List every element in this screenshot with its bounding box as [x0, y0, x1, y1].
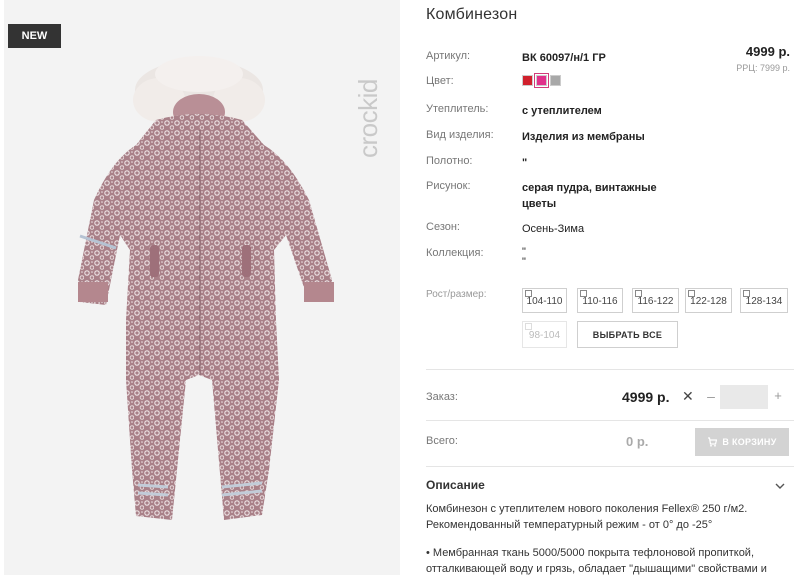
order-label: Заказ: [426, 391, 458, 403]
size-option[interactable]: 110-116 [577, 288, 623, 313]
spec-value: Изделия из мембраны [522, 131, 645, 143]
size-option[interactable]: 104-110 [522, 288, 567, 313]
spec-label: Коллекция: [426, 247, 484, 259]
spec-value: серая пудра, винтажные цветы [522, 182, 657, 210]
add-to-cart-button[interactable]: В КОРЗИНУ [695, 428, 789, 456]
checkbox-icon [688, 290, 695, 297]
color-swatch-red[interactable] [522, 75, 533, 86]
brand-logo-text: crockid [353, 79, 383, 158]
product-title: Комбинезон [426, 6, 518, 23]
decrease-quantity-button[interactable]: – [704, 388, 718, 404]
spec-label: Полотно: [426, 155, 473, 167]
description-title[interactable]: Описание [426, 478, 485, 492]
divider [426, 420, 794, 421]
size-value: 128-134 [745, 296, 783, 307]
spec-value: " " [522, 246, 526, 268]
size-value: 116-122 [637, 296, 674, 307]
chevron-down-icon[interactable] [774, 480, 786, 492]
product-details: Комбинезон 4999 р. РРЦ: 7999 р. Артикул:… [426, 0, 794, 575]
quantity-input[interactable] [720, 385, 768, 409]
times-icon: ✕ [682, 388, 694, 404]
checkbox-icon [635, 290, 642, 297]
size-option[interactable]: 116-122 [632, 288, 679, 313]
cart-icon [708, 437, 718, 447]
checkbox-icon [525, 323, 532, 330]
increase-quantity-button[interactable]: + [771, 388, 785, 403]
product-price: 4999 р. [745, 44, 790, 59]
spec-label: Рисунок: [426, 180, 471, 192]
cart-button-label: В КОРЗИНУ [722, 437, 777, 447]
order-price: 4999 р. [622, 389, 670, 405]
spec-value: ВК 60097/н/1 ГР [522, 52, 606, 64]
spec-value: с утеплителем [522, 105, 602, 117]
checkbox-icon [580, 290, 587, 297]
description-text-bullet: • Мембранная ткань 5000/5000 покрыта теф… [426, 547, 767, 575]
spec-label: Артикул: [426, 50, 471, 62]
spec-label: Вид изделия: [426, 129, 494, 141]
size-value: 110-116 [582, 296, 618, 307]
description-text: Комбинезон с утеплителем нового поколени… [426, 503, 748, 531]
spec-label: Сезон: [426, 221, 460, 233]
divider [426, 369, 794, 370]
color-swatch-gray[interactable] [550, 75, 561, 86]
divider [426, 466, 794, 467]
spec-value: " [522, 157, 528, 169]
spec-label: Утеплитель: [426, 103, 489, 115]
spec-value: Осень-Зима [522, 223, 585, 235]
total-value: 0 р. [626, 434, 649, 449]
size-value: 122-128 [690, 296, 727, 307]
color-swatch-pink[interactable] [534, 73, 549, 88]
new-badge: NEW [8, 24, 61, 48]
size-value: 104-110 [526, 296, 563, 307]
product-gallery: NEW crockid [4, 0, 400, 575]
total-label: Всего: [426, 435, 458, 447]
spec-label: Цвет: [426, 75, 454, 87]
size-option[interactable]: 122-128 [685, 288, 732, 313]
color-swatches [522, 73, 561, 88]
product-rrp: РРЦ: 7999 р. [736, 63, 790, 73]
checkbox-icon [743, 290, 750, 297]
product-image[interactable] [64, 50, 354, 575]
checkbox-icon [525, 290, 532, 297]
size-option-disabled: 98-104 [522, 321, 567, 348]
size-option[interactable]: 128-134 [740, 288, 788, 313]
size-label: Рост/размер: [426, 289, 487, 300]
size-value: 98-104 [528, 330, 561, 341]
select-all-button[interactable]: ВЫБРАТЬ ВСЕ [577, 321, 678, 348]
